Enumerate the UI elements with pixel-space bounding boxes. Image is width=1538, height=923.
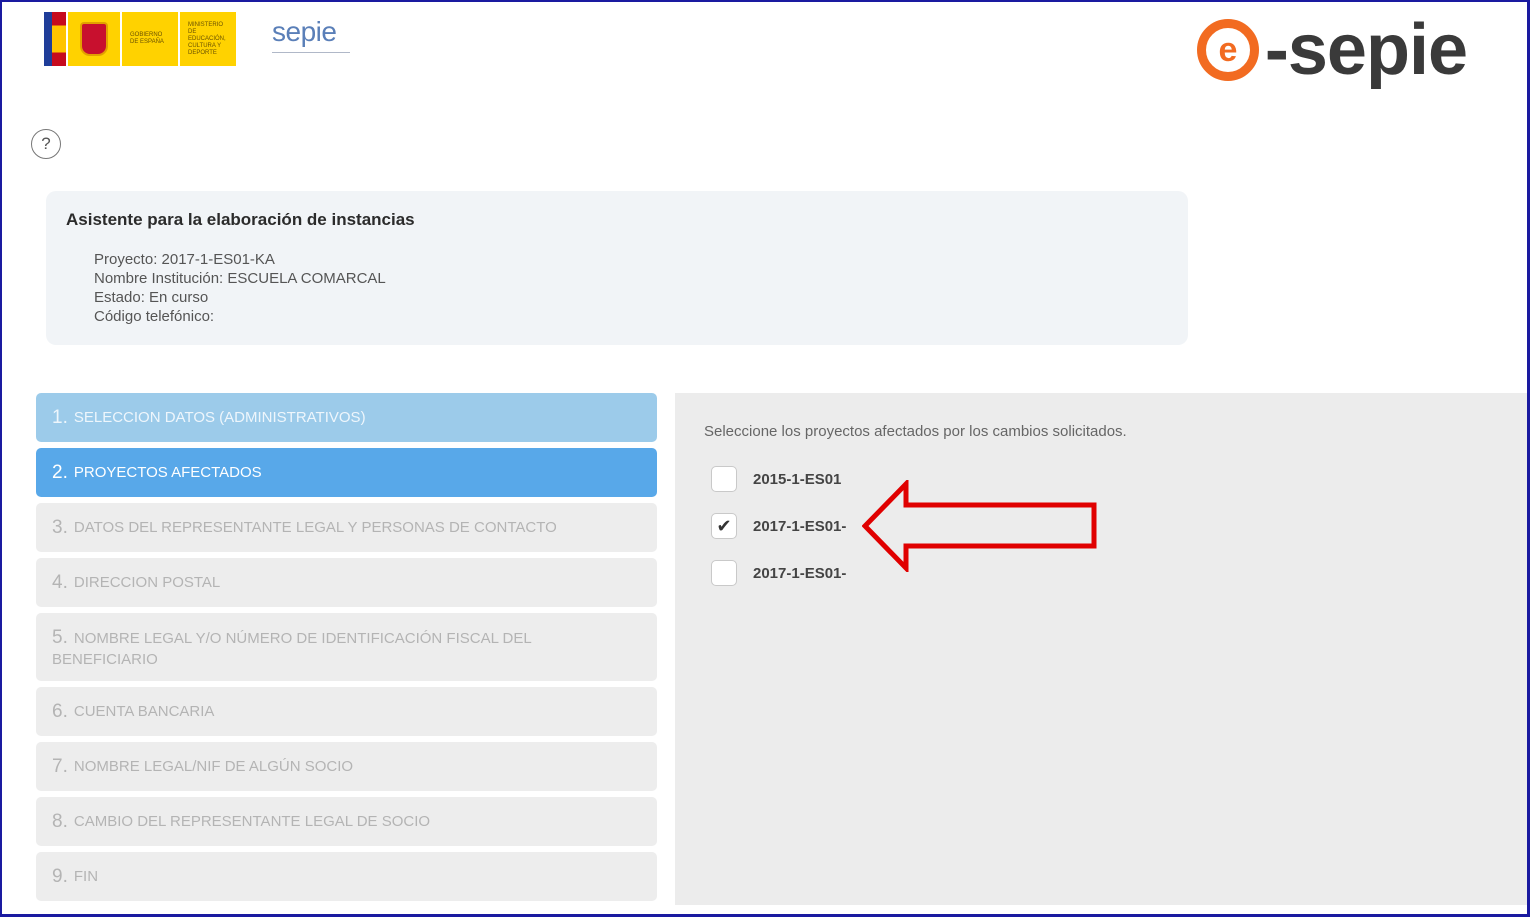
projects-panel: Seleccione los proyectos afectados por l… xyxy=(675,393,1527,905)
panel-instruction: Seleccione los proyectos afectados por l… xyxy=(704,423,1127,440)
step-3[interactable]: 3. DATOS DEL REPRESENTANTE LEGAL Y PERSON… xyxy=(36,503,657,552)
project-label: 2017-1-ES01- xyxy=(753,517,847,535)
step-6[interactable]: 6. CUENTA BANCARIA xyxy=(36,687,657,736)
step-8[interactable]: 8. CAMBIO DEL REPRESENTANTE LEGAL DE SOCI… xyxy=(36,797,657,846)
help-icon[interactable]: ? xyxy=(31,129,61,159)
project-option[interactable]: 2017-1-ES01- xyxy=(711,560,846,586)
gov-text-1: GOBIERNO DE ESPAÑA xyxy=(130,32,164,45)
step-1[interactable]: 1. SELECCION DATOS (ADMINISTRATIVOS) xyxy=(36,393,657,442)
esepie-logo: e -sepie xyxy=(1196,10,1468,90)
step-label: SELECCION DATOS (ADMINISTRATIVOS) xyxy=(73,409,366,426)
esepie-e-icon: e xyxy=(1196,19,1259,81)
gov-text-2: MINISTERIO DE EDUCACIÓN, CULTURA Y DEPOR… xyxy=(188,21,226,56)
step-2[interactable]: 2. PROYECTOS AFECTADOS xyxy=(36,448,657,497)
flag-icon xyxy=(44,12,66,66)
checkmark-icon: ✔ xyxy=(716,515,732,536)
step-label: NOMBRE LEGAL Y/O NÚMERO DE IDENTIFICACIÓ… xyxy=(52,630,532,668)
project-checkbox[interactable] xyxy=(711,560,737,586)
step-label: PROYECTOS AFECTADOS xyxy=(73,464,262,481)
crest-icon xyxy=(68,12,120,66)
step-9[interactable]: 9. FIN xyxy=(36,852,657,901)
government-logo: GOBIERNO DE ESPAÑA MINISTERIO DE EDUCACI… xyxy=(44,12,236,66)
red-arrow-icon xyxy=(862,480,1097,572)
step-7[interactable]: 7. NOMBRE LEGAL/NIF DE ALGÚN SOCIO xyxy=(36,742,657,791)
info-project: Proyecto: 2017-1-ES01-KA xyxy=(94,251,275,268)
step-label: CUENTA BANCARIA xyxy=(73,703,215,720)
step-label: NOMBRE LEGAL/NIF DE ALGÚN SOCIO xyxy=(73,758,354,775)
project-checkbox-checked[interactable]: ✔ xyxy=(711,513,737,539)
info-status: Estado: En curso xyxy=(94,289,209,306)
step-label: CAMBIO DEL REPRESENTANTE LEGAL DE SOCIO xyxy=(73,813,431,830)
project-label: 2015-1-ES01 xyxy=(753,470,842,488)
sepie-logo: sepie xyxy=(272,16,350,57)
step-label: DIRECCION POSTAL xyxy=(73,574,221,591)
info-phone: Código telefónico: xyxy=(94,308,215,325)
step-label: DATOS DEL REPRESENTANTE LEGAL Y PERSONAS… xyxy=(73,519,557,536)
info-title: Asistente para la elaboración de instanc… xyxy=(66,210,415,229)
project-option[interactable]: 2015-1-ES01 xyxy=(711,466,841,492)
project-label: 2017-1-ES01- xyxy=(753,564,847,582)
app-window: GOBIERNO DE ESPAÑA MINISTERIO DE EDUCACI… xyxy=(0,0,1530,917)
project-checkbox[interactable] xyxy=(711,466,737,492)
step-5[interactable]: 5. NOMBRE LEGAL Y/O NÚMERO DE IDENTIFICAC… xyxy=(36,613,657,681)
project-option[interactable]: ✔ 2017-1-ES01- xyxy=(711,513,846,539)
step-4[interactable]: 4. DIRECCION POSTAL xyxy=(36,558,657,607)
instance-info-box: Asistente para la elaboración de instanc… xyxy=(46,191,1188,345)
wizard-steps: 1. SELECCION DATOS (ADMINISTRATIVOS) 2. PR… xyxy=(36,393,657,907)
esepie-logo-text: -sepie xyxy=(1264,10,1468,90)
step-label: FIN xyxy=(73,868,99,885)
sepie-logo-text: sepie xyxy=(272,16,337,47)
info-institution: Nombre Institución: ESCUELA COMARCAL xyxy=(94,270,386,287)
